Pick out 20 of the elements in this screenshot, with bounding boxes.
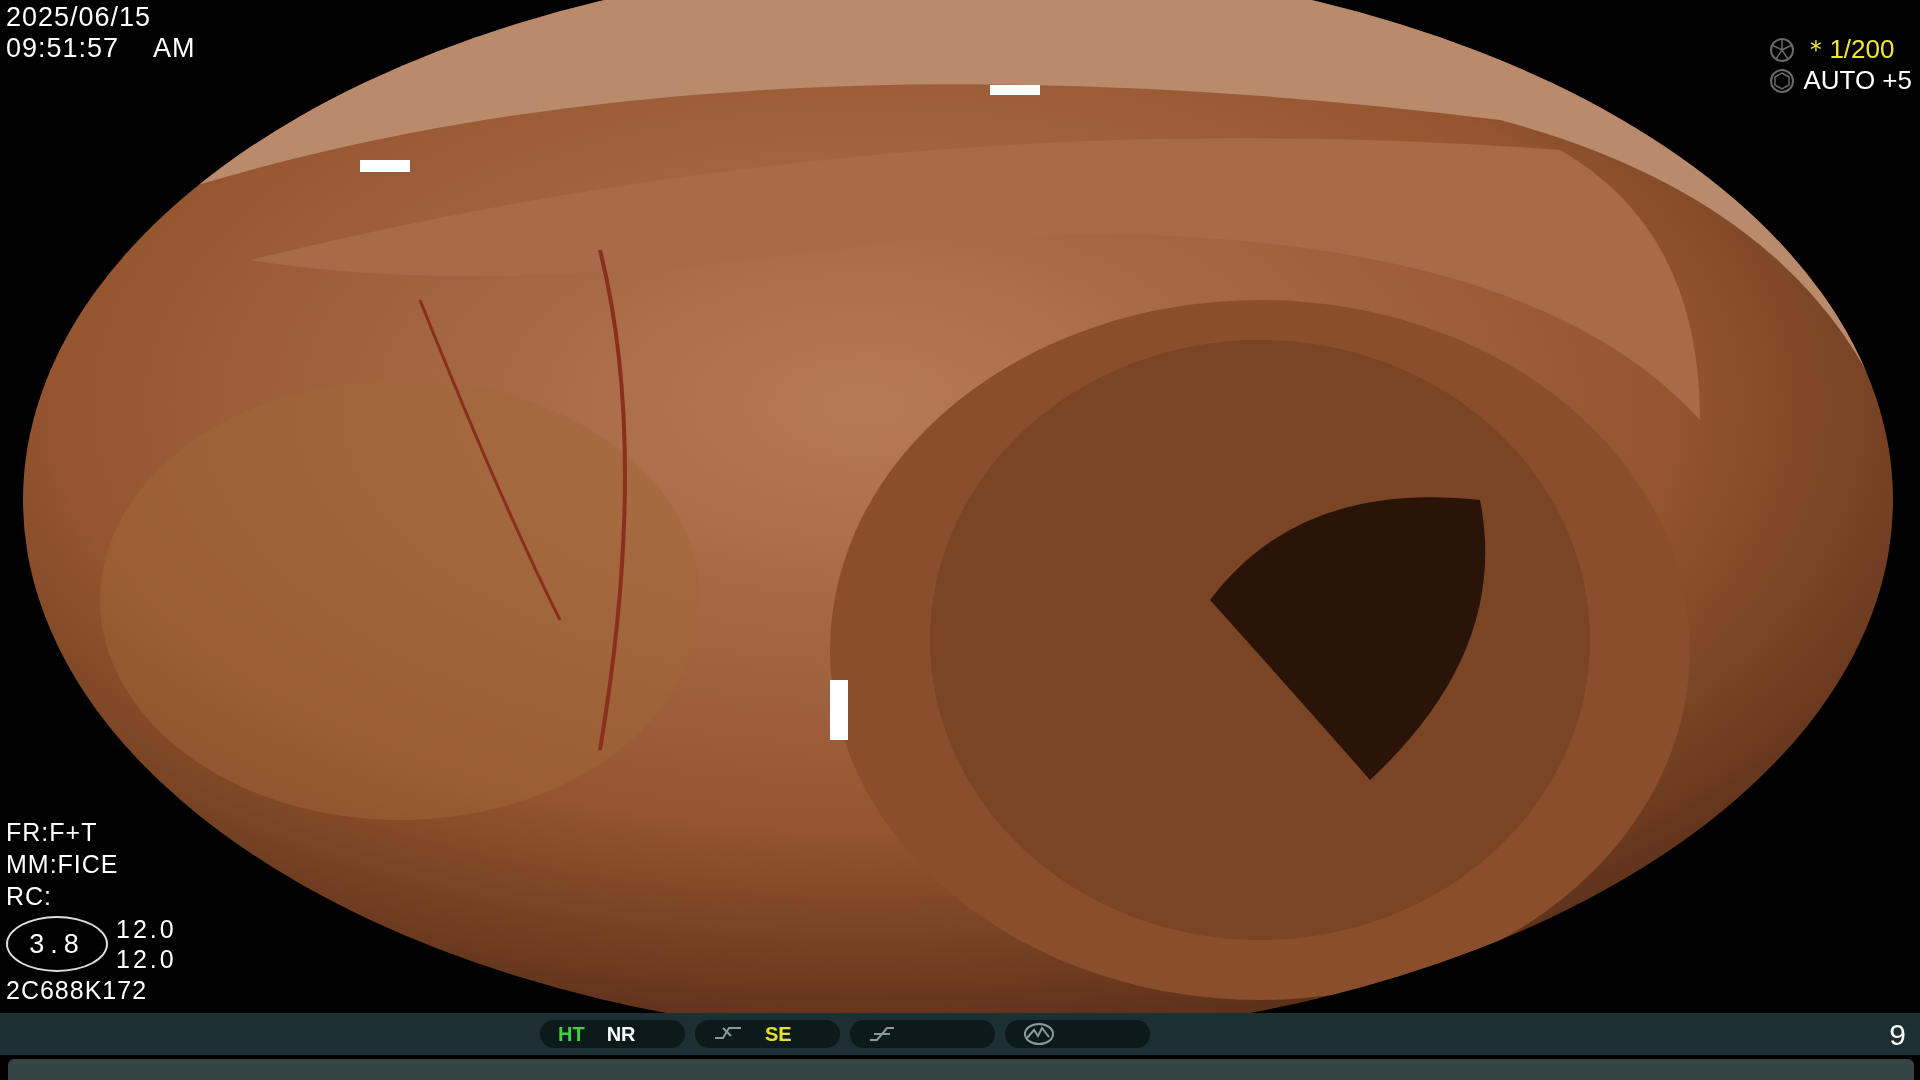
exposure: AUTO +5 (1803, 66, 1912, 95)
reading: 12.0 (116, 914, 177, 944)
shutter-icon (1769, 36, 1796, 63)
serial-number: 2C688K172 (6, 975, 149, 1006)
aperture-icon (1769, 67, 1796, 94)
reading: 12.0 (116, 944, 177, 974)
page-number: 9 (1889, 1016, 1906, 1053)
status-indicator: SE (765, 1022, 792, 1047)
meridiem: AM (153, 33, 196, 64)
mode-line: RC: (6, 881, 54, 912)
ramp-icon (868, 1024, 896, 1044)
status-indicator: HT (558, 1022, 585, 1047)
mode-line: MM:FICE (6, 849, 120, 880)
zoom-value: 3.8 (6, 916, 108, 972)
waveform-icon (1023, 1022, 1055, 1046)
shutter-speed: ＊1/200 (1803, 35, 1895, 64)
status-indicator: NR (606, 1022, 636, 1047)
time: 09:51:57 (6, 33, 120, 64)
date: 2025/06/15 (6, 2, 153, 33)
mode-line: FR:F+T (6, 817, 99, 848)
